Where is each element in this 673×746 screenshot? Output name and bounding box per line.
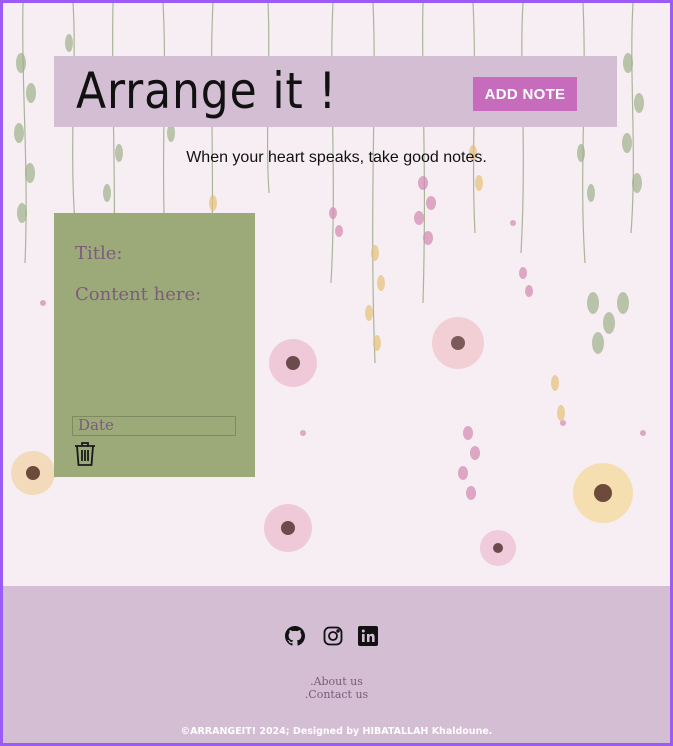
contact-us-link[interactable]: .Contact us <box>3 688 670 701</box>
linkedin-icon[interactable] <box>358 626 378 646</box>
app-title: Arrange it ! <box>76 62 338 120</box>
github-icon[interactable] <box>285 626 305 646</box>
instagram-icon[interactable] <box>323 626 343 646</box>
footer-links: .About us .Contact us <box>3 675 670 701</box>
note-content-field[interactable]: Content here: <box>75 284 201 305</box>
app-header: Arrange it ! Add note <box>54 56 617 127</box>
footer: .About us .Contact us ©ARRANGEIT! 2024; … <box>3 586 670 743</box>
note-card: Title: Content here: Date <box>54 213 255 477</box>
trash-icon[interactable] <box>74 441 96 467</box>
page-frame: Arrange it ! Add note When your heart sp… <box>0 0 673 746</box>
note-date-input[interactable]: Date <box>72 416 236 436</box>
add-note-button[interactable]: Add note <box>473 77 577 111</box>
note-title-field[interactable]: Title: <box>75 243 122 264</box>
about-us-link[interactable]: .About us <box>3 675 670 688</box>
copyright-text: ©ARRANGEIT! 2024; Designed by HIBATALLAH… <box>180 726 493 737</box>
tagline: When your heart speaks, take good notes. <box>186 149 487 166</box>
social-links <box>285 626 385 648</box>
